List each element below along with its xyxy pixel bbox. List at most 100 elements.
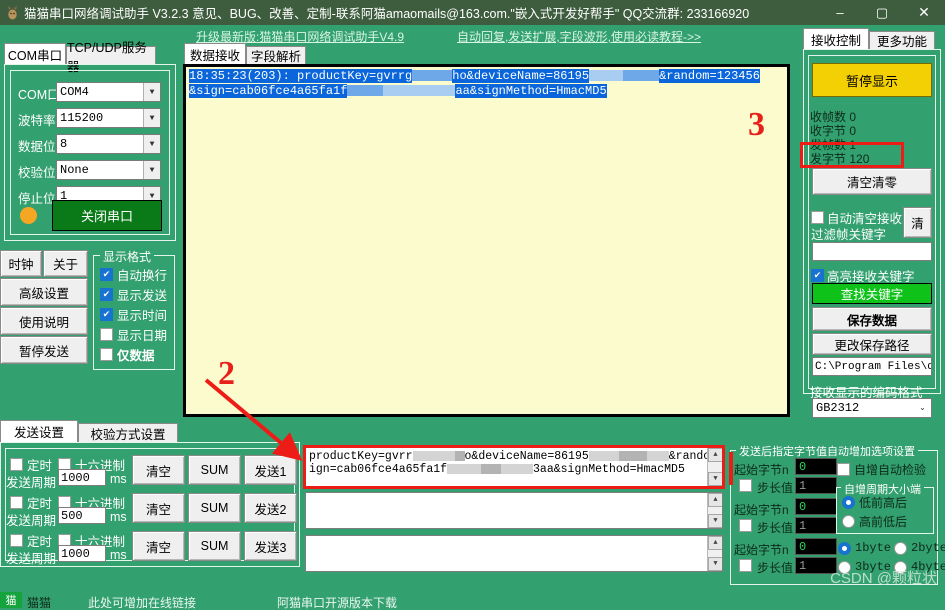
save-path-input[interactable]: C:\Program Files\dat <box>812 357 932 376</box>
encoding-select[interactable]: GB2312 ⌄ <box>812 398 932 418</box>
start-byte-3-input[interactable]: 0 <box>795 538 837 555</box>
connection-status-indicator <box>20 207 37 224</box>
tab-com-serial[interactable]: COM串口 <box>4 43 66 64</box>
tab-more-functions[interactable]: 更多功能 <box>869 31 935 49</box>
timer-1-checkbox-icon[interactable] <box>10 458 23 471</box>
step-1-input[interactable]: 1 <box>795 477 837 494</box>
about-button[interactable]: 关于 <box>43 250 88 277</box>
clear-counters-button[interactable]: 清空清零 <box>812 168 932 195</box>
step-3-checkbox-icon[interactable] <box>739 559 752 572</box>
step-1-checkbox-icon[interactable] <box>739 479 752 492</box>
tutorial-link[interactable]: 自动回复,发送扩展,字段波形,使用必读教程->> <box>457 28 701 45</box>
tab-field-parse[interactable]: 字段解析 <box>246 46 306 64</box>
checkbox-data-only[interactable]: 仅数据 <box>100 345 155 364</box>
send-2-scrollbar[interactable]: ▲ ▼ <box>707 493 722 528</box>
window-controls: – ▢ ✕ <box>819 0 945 25</box>
autowrap-checkbox-icon[interactable] <box>100 268 113 281</box>
redacted-block <box>383 85 456 97</box>
big-endian-radio-icon[interactable] <box>842 515 855 528</box>
pause-display-button[interactable]: 暂停显示 <box>812 63 932 97</box>
sum-3-button[interactable]: SUM <box>188 531 241 561</box>
byte-2-radio-icon[interactable] <box>894 541 907 555</box>
chevron-down-icon[interactable]: ⌄ <box>914 399 931 417</box>
send-3-scrollbar[interactable]: ▲ ▼ <box>707 536 722 571</box>
scroll-down-icon[interactable]: ▼ <box>708 557 722 571</box>
clear-3-button[interactable]: 清空 <box>132 531 185 561</box>
clear-2-button[interactable]: 清空 <box>132 493 185 523</box>
parity-select[interactable]: None ▼ <box>56 160 161 180</box>
clear-filter-button[interactable]: 清 <box>903 207 932 238</box>
radio-1byte[interactable]: 1byte <box>838 541 891 555</box>
chevron-down-icon[interactable]: ▼ <box>143 161 160 179</box>
checkbox-show-send[interactable]: 显示发送 <box>100 285 167 304</box>
status-item-2[interactable]: 此处可增加在线链接 <box>88 594 196 610</box>
advanced-settings-button[interactable]: 高级设置 <box>0 278 88 306</box>
send-2-button[interactable]: 发送2 <box>244 493 297 523</box>
sum-2-button[interactable]: SUM <box>188 493 241 523</box>
timer-2-checkbox-icon[interactable] <box>10 496 23 509</box>
tab-checksum-settings[interactable]: 校验方式设置 <box>78 423 178 442</box>
start-byte-2-value: 0 <box>799 499 807 514</box>
chevron-down-icon[interactable]: ▼ <box>143 135 160 153</box>
send-textbox-3[interactable]: ▲ ▼ <box>305 535 723 572</box>
period-2-input[interactable]: 500 <box>58 507 106 524</box>
period-2-unit: ms <box>110 510 127 524</box>
checkbox-show-time[interactable]: 显示时间 <box>100 305 167 324</box>
tab-receive-control[interactable]: 接收控制 <box>803 28 869 49</box>
little-endian-radio-icon[interactable] <box>842 496 855 509</box>
maximize-button[interactable]: ▢ <box>861 0 903 25</box>
radio-little-endian[interactable]: 低前高后 <box>842 494 907 511</box>
checkbox-auto-verify[interactable]: 自增自动检验 <box>837 461 926 478</box>
send-textbox-2[interactable]: ▲ ▼ <box>305 492 723 529</box>
period-1-input[interactable]: 1000 <box>58 469 106 486</box>
receive-text[interactable]: 18:35:23(203): productKey=gvrrg ho&device… <box>186 67 787 414</box>
close-serial-button[interactable]: 关闭串口 <box>52 200 162 231</box>
manual-button[interactable]: 使用说明 <box>0 307 88 335</box>
show-send-checkbox-icon[interactable] <box>100 288 113 301</box>
step-2-checkbox-icon[interactable] <box>739 519 752 532</box>
scroll-down-icon[interactable]: ▼ <box>708 514 722 528</box>
send-1-button[interactable]: 发送1 <box>244 455 297 485</box>
about-label: 关于 <box>52 258 78 272</box>
scroll-up-icon[interactable]: ▲ <box>708 493 722 507</box>
pause-send-button[interactable]: 暂停发送 <box>0 336 88 364</box>
status-item-3[interactable]: 阿猫串口开源版本下载 <box>277 594 397 610</box>
start-byte-2-input[interactable]: 0 <box>795 498 837 515</box>
byte-1-radio-icon[interactable] <box>838 541 851 555</box>
radio-2byte[interactable]: 2byte <box>894 541 945 555</box>
change-path-button[interactable]: 更改保存路径 <box>812 333 932 355</box>
send-3-button[interactable]: 发送3 <box>244 531 297 561</box>
tab-tcp-udp[interactable]: TCP/UDP服务器 <box>66 41 156 74</box>
tab-data-receive[interactable]: 数据接收 <box>184 43 246 64</box>
checkbox-autowrap[interactable]: 自动换行 <box>100 265 167 284</box>
scroll-up-icon[interactable]: ▲ <box>708 536 722 550</box>
baud-select[interactable]: 115200 ▼ <box>56 108 161 128</box>
databits-select[interactable]: 8 ▼ <box>56 134 161 154</box>
tab-send-settings[interactable]: 发送设置 <box>0 420 78 442</box>
data-only-checkbox-icon[interactable] <box>100 348 113 361</box>
save-data-button[interactable]: 保存数据 <box>812 307 932 331</box>
clock-button[interactable]: 时钟 <box>0 250 42 277</box>
find-keyword-button[interactable]: 查找关键字 <box>812 283 932 304</box>
show-time-checkbox-icon[interactable] <box>100 308 113 321</box>
sum-1-button[interactable]: SUM <box>188 455 241 485</box>
auto-verify-checkbox-icon[interactable] <box>837 463 850 476</box>
checkbox-show-date[interactable]: 显示日期 <box>100 325 167 344</box>
receive-display-area[interactable]: 18:35:23(203): productKey=gvrrg ho&device… <box>183 64 790 417</box>
chevron-down-icon[interactable]: ▼ <box>143 83 160 101</box>
chevron-down-icon[interactable]: ▼ <box>143 109 160 127</box>
highlight-keyword-checkbox-icon[interactable] <box>811 269 824 282</box>
show-date-checkbox-icon[interactable] <box>100 328 113 341</box>
period-3-input[interactable]: 1000 <box>58 545 106 562</box>
radio-big-endian[interactable]: 高前低后 <box>842 513 907 530</box>
field-stopbits-label: 停止位 <box>18 192 56 206</box>
clear-1-button[interactable]: 清空 <box>132 455 185 485</box>
timer-3-checkbox-icon[interactable] <box>10 534 23 547</box>
minimize-button[interactable]: – <box>819 0 861 25</box>
start-byte-1-input[interactable]: 0 <box>795 458 837 475</box>
step-2-input[interactable]: 1 <box>795 517 837 534</box>
com-port-select[interactable]: COM4 ▼ <box>56 82 161 102</box>
close-button[interactable]: ✕ <box>903 0 945 25</box>
filter-keyword-input[interactable] <box>812 242 932 261</box>
auto-clear-checkbox-icon[interactable] <box>811 211 824 224</box>
